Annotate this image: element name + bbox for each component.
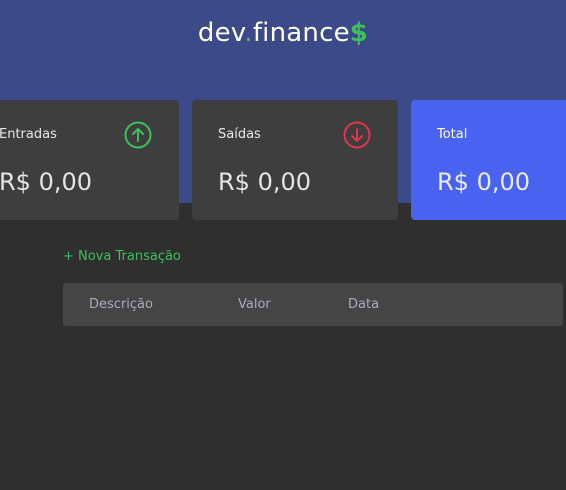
total-value: R$ 0,00 (437, 168, 531, 196)
new-transaction-link[interactable]: + Nova Transação (63, 249, 181, 264)
total-label: Total (437, 127, 468, 142)
logo-main: finance (252, 18, 350, 48)
arrow-down-circle-icon (343, 121, 371, 149)
expense-value: R$ 0,00 (218, 168, 312, 196)
expense-card: Saídas R$ 0,00 (192, 100, 398, 220)
transactions-table-header: Descrição Valor Data (63, 283, 563, 326)
income-label: Entradas (0, 127, 57, 142)
logo-dot: . (244, 18, 253, 48)
income-card: Entradas R$ 0,00 (0, 100, 179, 220)
arrow-up-circle-icon (124, 121, 152, 149)
logo-prefix: dev (197, 18, 245, 48)
expense-label: Saídas (218, 127, 261, 142)
app-logo: dev.finance$ (0, 18, 566, 48)
column-header-value: Valor (238, 297, 271, 312)
income-value: R$ 0,00 (0, 168, 93, 196)
column-header-date: Data (348, 297, 380, 312)
total-card: Total R$ 0,00 (411, 100, 566, 220)
logo-suffix: $ (349, 18, 369, 48)
column-header-description: Descrição (89, 297, 153, 312)
